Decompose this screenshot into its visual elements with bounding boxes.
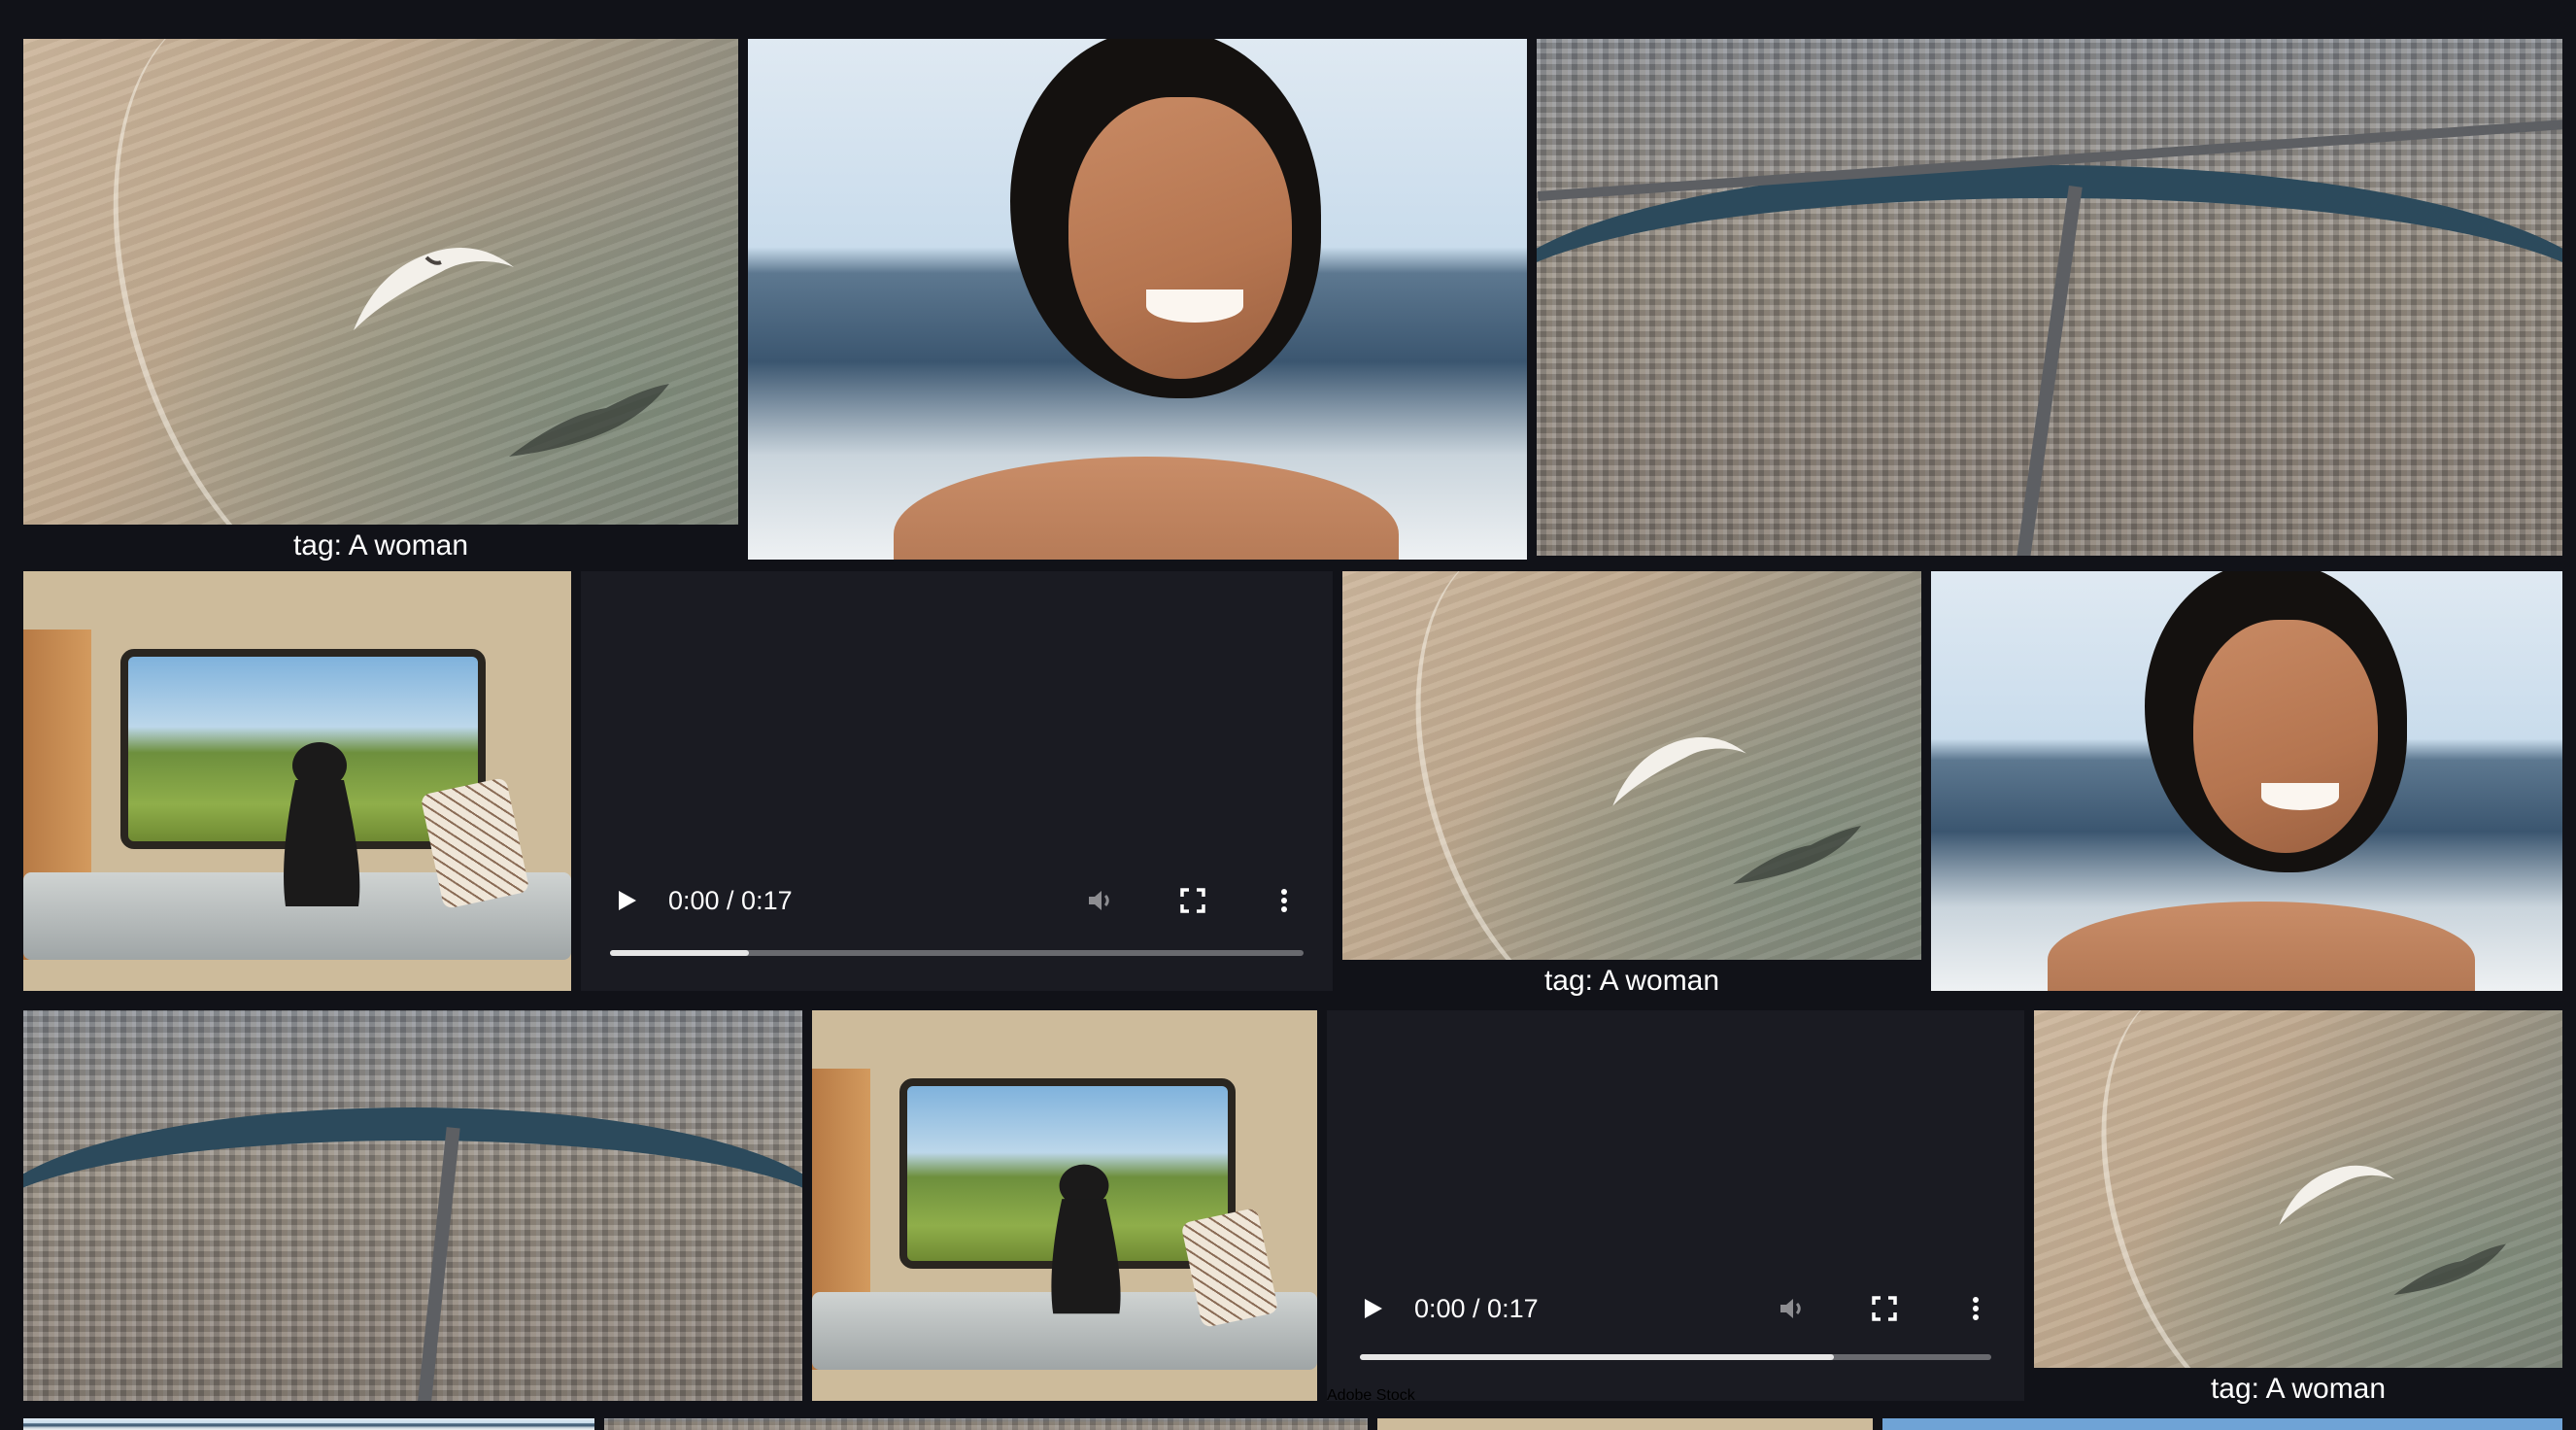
aerial-city-image (1537, 39, 2562, 556)
volume-icon[interactable] (1774, 1289, 1813, 1328)
gallery-item-beach-gull[interactable]: tag: A woman (23, 39, 738, 567)
gallery-item-van-dog-2[interactable] (812, 1010, 1317, 1401)
video-time: 0:00 / 0:17 (1414, 1293, 1539, 1323)
item-caption: tag: A woman (2034, 1368, 2562, 1411)
media-gallery: tag: A woman 0:00 / 0:17 tag: A woman Ad… (0, 0, 2576, 1430)
aerial-city-image (23, 1010, 802, 1401)
video-progress-fill (610, 950, 749, 956)
video-progress-bar[interactable] (1360, 1354, 1991, 1360)
video-player-1[interactable]: Adobe Stock 0:00 / 0:17 (581, 571, 1333, 991)
beach-gull-image (2034, 1010, 2562, 1411)
gallery-item-partial-4[interactable] (1882, 1418, 2562, 1430)
video-player-2[interactable]: Adobe Stock 0:00 / 0:17 (1327, 1010, 2024, 1401)
bird-shadow-shape (1733, 826, 1861, 884)
gallery-item-partial-1[interactable] (23, 1418, 594, 1430)
gallery-item-van-dog[interactable] (23, 571, 571, 991)
video-watermark: Adobe Stock (1327, 1387, 1415, 1401)
video-progress-bar[interactable] (610, 950, 1304, 956)
gallery-item-woman-portrait[interactable] (748, 39, 1527, 560)
gallery-item-woman-portrait-2[interactable] (1931, 571, 2562, 991)
woman-portrait-image (748, 39, 1527, 560)
seagull-shape (1612, 736, 1746, 806)
bird-shadow-shape (2393, 1243, 2506, 1295)
video-time: 0:00 / 0:17 (668, 885, 793, 915)
play-icon[interactable] (1354, 1289, 1393, 1328)
fullscreen-icon[interactable] (1173, 881, 1212, 920)
more-options-icon[interactable] (1265, 881, 1304, 920)
gallery-item-partial-2[interactable] (604, 1418, 1368, 1430)
video-progress-fill (1360, 1354, 1834, 1360)
more-options-icon[interactable] (1956, 1289, 1995, 1328)
van-dog-image (23, 571, 571, 991)
woman-portrait-image (1931, 571, 2562, 991)
dog-shape (1051, 1164, 1121, 1314)
van-dog-image (812, 1010, 1317, 1401)
dog-shape (284, 742, 360, 906)
seagull-shape (2279, 1165, 2395, 1226)
item-caption: tag: A woman (23, 525, 738, 567)
gallery-item-beach-gull-2[interactable]: tag: A woman (1342, 571, 1921, 1003)
beach-gull-image (23, 39, 738, 567)
gallery-item-aerial-city[interactable] (1537, 39, 2562, 556)
video-controls: 0:00 / 0:17 (1327, 1279, 2024, 1338)
gallery-item-beach-gull-3[interactable]: tag: A woman (2034, 1010, 2562, 1411)
bird-shadow-shape (509, 384, 669, 457)
play-icon[interactable] (608, 881, 647, 920)
volume-icon[interactable] (1082, 881, 1121, 920)
beach-gull-image (1342, 571, 1921, 1003)
blossom-video-frame: Adobe Stock (1327, 1010, 2024, 1401)
gallery-item-aerial-city-2[interactable] (23, 1010, 802, 1401)
fullscreen-icon[interactable] (1865, 1289, 1904, 1328)
item-caption: tag: A woman (1342, 960, 1921, 1003)
seagull-shape (354, 248, 514, 330)
gallery-item-partial-3[interactable] (1377, 1418, 1873, 1430)
video-controls: 0:00 / 0:17 (581, 871, 1333, 930)
